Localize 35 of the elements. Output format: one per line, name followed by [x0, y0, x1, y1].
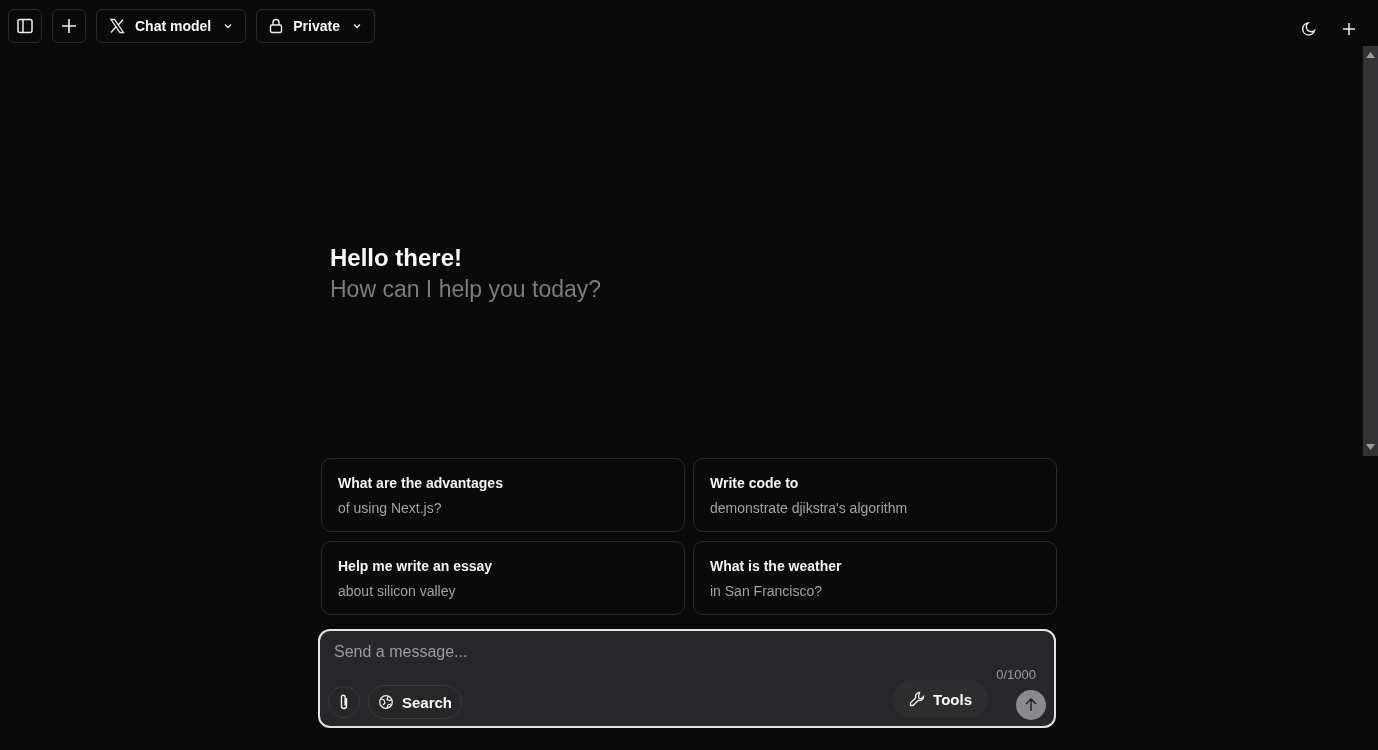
x-logo-icon	[109, 18, 125, 34]
greeting-title: Hello there!	[330, 243, 464, 273]
suggestion-card[interactable]: What are the advantages of using Next.js?	[321, 458, 685, 532]
character-counter: 0/1000	[996, 667, 1036, 682]
suggestion-card[interactable]: Help me write an essay about silicon valley	[321, 541, 685, 615]
lock-icon	[269, 18, 284, 34]
plus-icon	[1342, 22, 1356, 36]
suggestion-card[interactable]: Write code to demonstrate djikstra's algorithm	[693, 458, 1057, 532]
suggestion-card[interactable]: What is the weather in San Francisco?	[693, 541, 1057, 615]
suggestion-detail: demonstrate djikstra's algorithm	[710, 499, 908, 516]
sidebar-icon	[16, 17, 34, 35]
greeting-subtitle: How can I help you today?	[330, 275, 603, 304]
suggestion-detail: of using Next.js?	[338, 499, 442, 516]
attach-button[interactable]	[328, 686, 360, 718]
chevron-down-icon	[351, 21, 362, 31]
wrench-icon	[909, 691, 926, 707]
suggestion-title: Help me write an essay	[338, 557, 493, 574]
arrow-up-icon	[1023, 697, 1039, 713]
tools-button[interactable]: Tools	[893, 680, 988, 718]
moon-icon	[1301, 21, 1317, 37]
sidebar-toggle-button[interactable]	[8, 9, 42, 43]
scrollbar[interactable]	[1363, 46, 1378, 456]
suggestion-title: What is the weather	[710, 557, 842, 574]
plus-icon	[60, 17, 78, 35]
suggestion-title: Write code to	[710, 474, 799, 491]
chevron-down-icon	[223, 21, 234, 31]
suggestion-detail: in San Francisco?	[710, 582, 823, 599]
model-selector[interactable]: Chat model	[96, 9, 247, 43]
suggestion-detail: about silicon valley	[338, 582, 456, 599]
new-chat-button[interactable]	[52, 9, 86, 43]
visibility-selector[interactable]: Private	[256, 9, 375, 43]
search-button[interactable]: Search	[368, 685, 463, 719]
message-input[interactable]: Send a message... 0/1000 Search Tools	[318, 629, 1056, 728]
suggestion-title: What are the advantages	[338, 474, 503, 491]
globe-icon	[378, 694, 394, 710]
